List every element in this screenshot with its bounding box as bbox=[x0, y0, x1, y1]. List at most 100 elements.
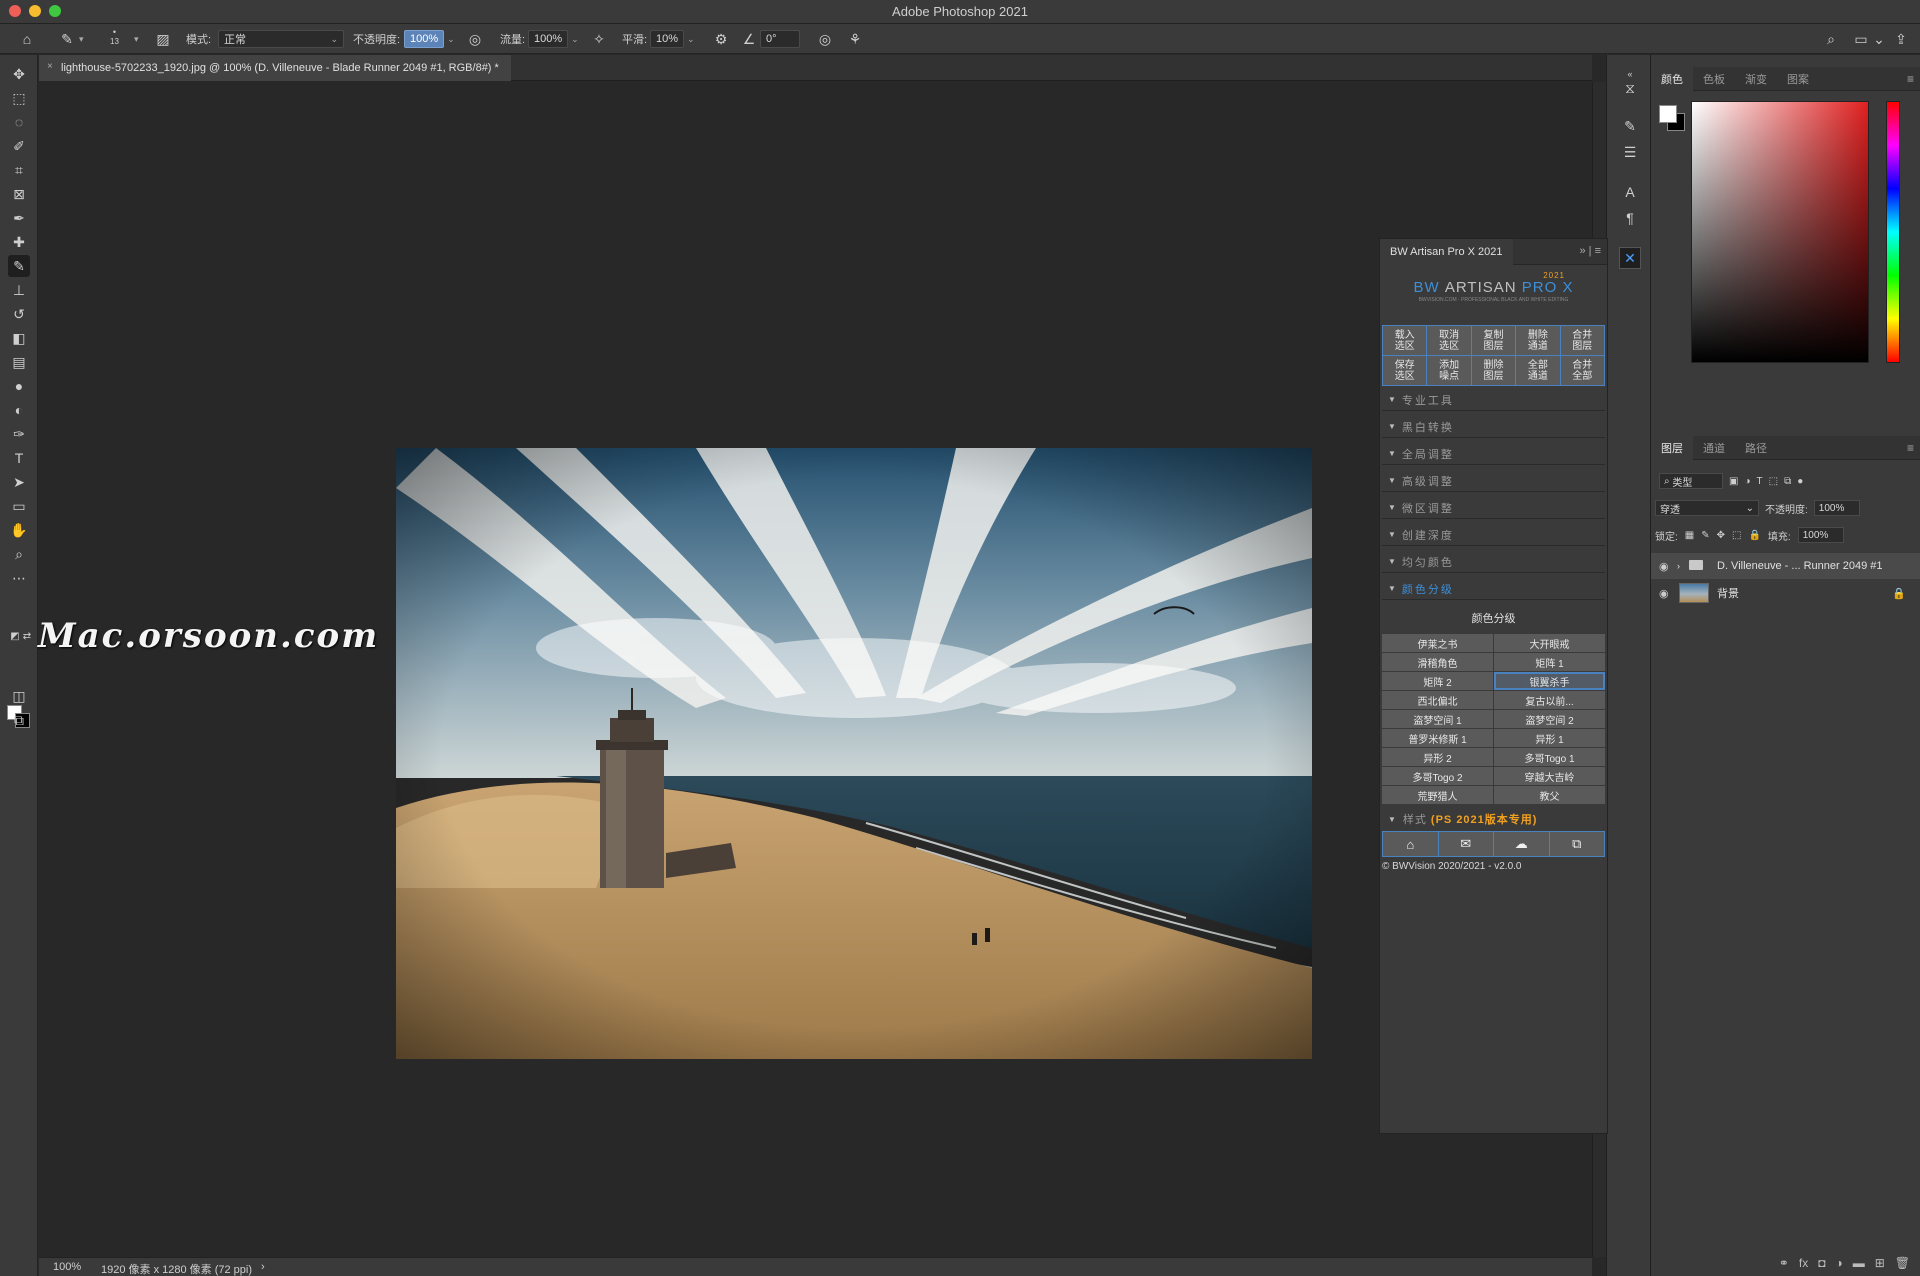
section-pro-tools[interactable]: ▼ 专业工具 bbox=[1382, 389, 1605, 411]
copy-icon[interactable]: ⧉ bbox=[1549, 832, 1604, 856]
grading-preset-button[interactable]: 滑稽角色 bbox=[1382, 653, 1493, 671]
section-color-grading[interactable]: ▼ 颜色分级 bbox=[1382, 578, 1605, 600]
hand-tool-icon[interactable]: ✋ bbox=[8, 519, 30, 541]
symmetry-icon[interactable]: ⚘ bbox=[846, 30, 864, 48]
quick-mask-icon[interactable]: ◫ bbox=[8, 685, 30, 707]
workspace-caret-icon[interactable]: ⌄ bbox=[1870, 30, 1888, 48]
zoom-tool-icon[interactable]: ⌕ bbox=[8, 543, 30, 565]
brush-preset-icon[interactable]: ✎ bbox=[58, 30, 76, 48]
filter-pixel-icon[interactable]: ▣ bbox=[1729, 476, 1738, 487]
load-selection-button[interactable]: 载入 选区 bbox=[1383, 326, 1427, 355]
grading-preset-button[interactable]: 矩阵 1 bbox=[1494, 653, 1605, 671]
grading-preset-button[interactable]: 多哥Togo 1 bbox=[1494, 748, 1605, 766]
grading-preset-button-selected[interactable]: 银翼杀手 bbox=[1494, 672, 1605, 690]
quick-select-tool-icon[interactable]: ✐ bbox=[8, 135, 30, 157]
filter-shape-icon[interactable]: ⬚ bbox=[1769, 476, 1778, 487]
zoom-level[interactable]: 100% bbox=[53, 1261, 81, 1273]
flow-input[interactable]: 100% bbox=[528, 30, 569, 48]
document-image[interactable] bbox=[396, 448, 1312, 1059]
rectangle-tool-icon[interactable]: ▭ bbox=[8, 495, 30, 517]
filter-smart-object-icon[interactable]: ⧉ bbox=[1784, 476, 1791, 487]
tab-paths[interactable]: 路径 bbox=[1735, 436, 1777, 460]
pen-tool-icon[interactable]: ✑ bbox=[8, 423, 30, 445]
grading-preset-button[interactable]: 矩阵 2 bbox=[1382, 672, 1493, 690]
tab-layers[interactable]: 图层 bbox=[1651, 436, 1693, 460]
bw-artisan-panel-icon[interactable]: ✕ bbox=[1619, 247, 1641, 269]
pressure-size-icon[interactable]: ◎ bbox=[816, 30, 834, 48]
gradient-tool-icon[interactable]: ▤ bbox=[8, 351, 30, 373]
swap-colors-icon[interactable]: ⇄ bbox=[16, 625, 38, 647]
home-icon[interactable]: ⌂ bbox=[1383, 832, 1438, 856]
color-panel-menu-icon[interactable]: ≡ bbox=[1907, 72, 1914, 86]
move-tool-icon[interactable]: ✥ bbox=[8, 63, 30, 85]
layer-row[interactable]: ◉ 背景 🔒 bbox=[1651, 580, 1920, 606]
brush-tool-icon[interactable]: ✎ bbox=[8, 255, 30, 277]
opacity-caret[interactable]: ⌄ bbox=[447, 34, 455, 45]
new-group-icon[interactable]: ▬ bbox=[1853, 1256, 1865, 1270]
adjustments-panel-icon[interactable]: ☰ bbox=[1619, 141, 1641, 163]
lock-all-icon[interactable]: 🔒 bbox=[1748, 530, 1760, 541]
grading-preset-button[interactable]: 大开眼戒 bbox=[1494, 634, 1605, 652]
add-mask-icon[interactable]: ◘ bbox=[1818, 1256, 1825, 1270]
save-selection-button[interactable]: 保存 选区 bbox=[1383, 356, 1427, 385]
color-picker-field[interactable] bbox=[1691, 101, 1869, 363]
crop-tool-icon[interactable]: ⌗ bbox=[8, 159, 30, 181]
bw-panel-title[interactable]: BW Artisan Pro X 2021 bbox=[1380, 239, 1513, 265]
eraser-tool-icon[interactable]: ◧ bbox=[8, 327, 30, 349]
lock-pixels-icon[interactable]: ✎ bbox=[1701, 530, 1709, 541]
blur-tool-icon[interactable]: ● bbox=[8, 375, 30, 397]
tab-gradients[interactable]: 渐变 bbox=[1735, 67, 1777, 91]
section-bw-conversion[interactable]: ▼ 黑白转换 bbox=[1382, 416, 1605, 438]
color-panel-foreground-swatch[interactable] bbox=[1659, 105, 1677, 123]
mail-icon[interactable]: ✉ bbox=[1438, 832, 1493, 856]
grading-preset-button[interactable]: 西北偏北 bbox=[1382, 691, 1493, 709]
layer-style-icon[interactable]: fx bbox=[1799, 1256, 1808, 1270]
layer-opacity-input[interactable]: 100% bbox=[1813, 500, 1860, 516]
dodge-tool-icon[interactable]: ◐ bbox=[8, 399, 30, 421]
section-global-adjust[interactable]: ▼ 全局调整 bbox=[1382, 443, 1605, 465]
section-advanced-adjust[interactable]: ▼ 高级调整 bbox=[1382, 470, 1605, 492]
add-noise-button[interactable]: 添加 噪点 bbox=[1427, 356, 1471, 385]
brush-size-picker[interactable]: • 13 bbox=[110, 27, 119, 47]
smoothing-input[interactable]: 10% bbox=[650, 30, 685, 48]
deselect-button[interactable]: 取消 选区 bbox=[1427, 326, 1471, 355]
new-layer-icon[interactable]: ⊞ bbox=[1875, 1256, 1885, 1270]
canvas-area[interactable] bbox=[39, 82, 1592, 1257]
eye-icon[interactable]: ◉ bbox=[1659, 560, 1669, 573]
smoothing-caret[interactable]: ⌄ bbox=[687, 34, 695, 45]
lock-artboard-icon[interactable]: ⬚ bbox=[1732, 530, 1741, 541]
status-menu-arrow[interactable]: › bbox=[261, 1261, 265, 1273]
frame-tool-icon[interactable]: ⊠ bbox=[8, 183, 30, 205]
bw-panel-menu-icon[interactable]: » | ≡ bbox=[1579, 245, 1601, 257]
history-panel-icon[interactable]: ⧖ bbox=[1619, 77, 1641, 99]
workspace-icon[interactable]: ▭ bbox=[1852, 30, 1870, 48]
flow-caret[interactable]: ⌄ bbox=[571, 34, 579, 45]
layer-row[interactable]: ◉ › D. Villeneuve - ... Runner 2049 #1 bbox=[1651, 553, 1920, 579]
grading-preset-button[interactable]: 普罗米修斯 1 bbox=[1382, 729, 1493, 747]
brush-settings-icon[interactable]: ✎ bbox=[1619, 115, 1641, 137]
mode-select[interactable]: 正常 ⌄ bbox=[218, 30, 344, 48]
path-select-tool-icon[interactable]: ➤ bbox=[8, 471, 30, 493]
filter-toggle-icon[interactable]: ● bbox=[1797, 476, 1803, 487]
tab-swatches[interactable]: 色板 bbox=[1693, 67, 1735, 91]
grading-preset-button[interactable]: 伊莱之书 bbox=[1382, 634, 1493, 652]
document-tab[interactable]: × lighthouse-5702233_1920.jpg @ 100% (D.… bbox=[39, 55, 511, 81]
all-channels-button[interactable]: 全部 通道 bbox=[1516, 356, 1560, 385]
section-uniform-color[interactable]: ▼ 均匀颜色 bbox=[1382, 551, 1605, 573]
tab-patterns[interactable]: 图案 bbox=[1777, 67, 1819, 91]
type-tool-icon[interactable]: T bbox=[8, 447, 30, 469]
hue-slider[interactable] bbox=[1886, 101, 1900, 363]
opacity-input[interactable]: 100% bbox=[404, 30, 445, 48]
eye-icon[interactable]: ◉ bbox=[1659, 587, 1669, 600]
brush-size-caret[interactable]: ▾ bbox=[131, 29, 139, 49]
layer-filter-select[interactable]: ⌕ 类型 bbox=[1659, 473, 1723, 489]
angle-input[interactable]: 0° bbox=[760, 30, 800, 48]
duplicate-layer-button[interactable]: 复制 图层 bbox=[1471, 326, 1516, 355]
tab-channels[interactable]: 通道 bbox=[1693, 436, 1735, 460]
layers-panel-menu-icon[interactable]: ≡ bbox=[1907, 441, 1914, 455]
grading-preset-button[interactable]: 荒野猎人 bbox=[1382, 786, 1493, 804]
grading-preset-button[interactable]: 教父 bbox=[1494, 786, 1605, 804]
brush-preset-caret[interactable]: ▾ bbox=[76, 29, 84, 49]
more-tools-icon[interactable]: ⋯ bbox=[8, 567, 30, 589]
character-panel-icon[interactable]: A bbox=[1619, 181, 1641, 203]
